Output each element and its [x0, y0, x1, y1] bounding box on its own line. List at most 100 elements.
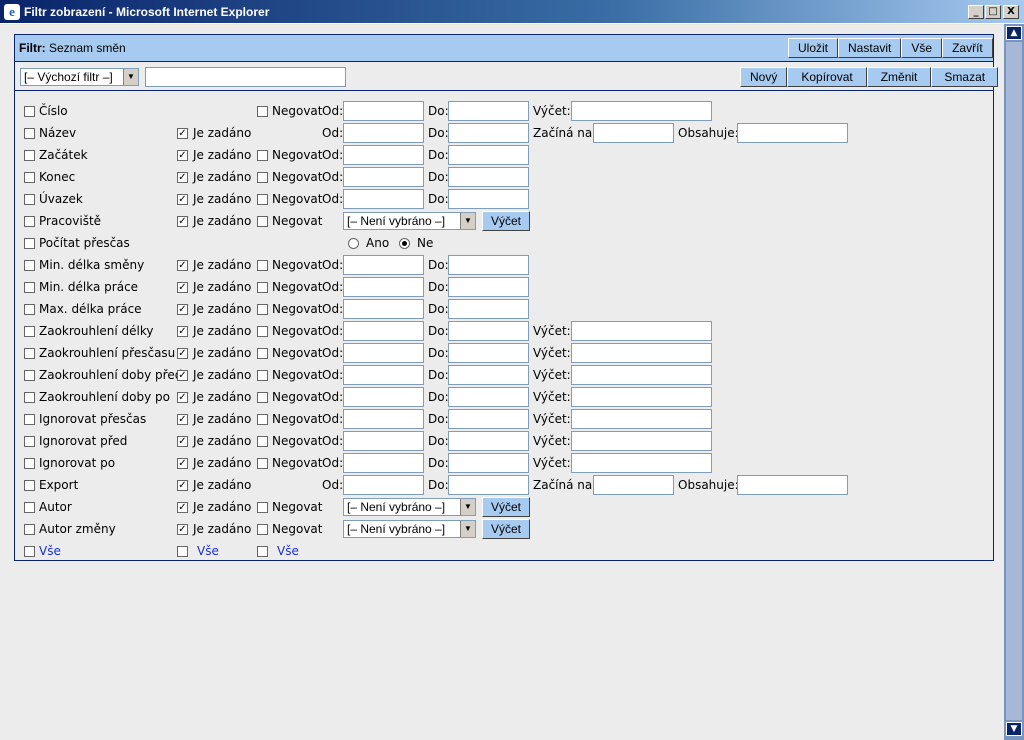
- from-input[interactable]: [343, 299, 424, 319]
- is-set-checkbox[interactable]: ✓: [177, 414, 188, 425]
- list-button[interactable]: Výčet: [482, 519, 531, 539]
- filter-name-input[interactable]: [145, 67, 346, 87]
- vertical-scrollbar[interactable]: ▲ ▼: [1004, 24, 1024, 740]
- negate-checkbox[interactable]: [257, 172, 268, 183]
- from-input[interactable]: [343, 167, 424, 187]
- not-selected-select[interactable]: [– Není vybráno –] ▼: [343, 498, 476, 516]
- ie-icon[interactable]: e: [4, 4, 20, 20]
- to-input[interactable]: [448, 101, 529, 121]
- field-checkbox[interactable]: [24, 326, 35, 337]
- is-set-checkbox[interactable]: ✓: [177, 260, 188, 271]
- negate-checkbox[interactable]: [257, 348, 268, 359]
- from-input[interactable]: [343, 255, 424, 275]
- from-input[interactable]: [343, 453, 424, 473]
- all-button[interactable]: Vše: [901, 38, 943, 58]
- select-all-is-set-link[interactable]: Vše: [197, 544, 219, 558]
- from-input[interactable]: [343, 365, 424, 385]
- select-all-fields-checkbox[interactable]: [24, 546, 35, 557]
- is-set-checkbox[interactable]: ✓: [177, 480, 188, 491]
- negate-checkbox[interactable]: [257, 436, 268, 447]
- settings-button[interactable]: Nastavit: [838, 38, 902, 58]
- select-all-negate-link[interactable]: Vše: [277, 544, 299, 558]
- is-set-checkbox[interactable]: ✓: [177, 128, 188, 139]
- negate-checkbox[interactable]: [257, 304, 268, 315]
- to-input[interactable]: [448, 255, 529, 275]
- new-button[interactable]: Nový: [740, 67, 788, 87]
- default-filter-select[interactable]: [– Výchozí filtr –] ▼: [20, 68, 139, 86]
- scroll-track[interactable]: [1006, 42, 1022, 720]
- field-checkbox[interactable]: [24, 128, 35, 139]
- to-input[interactable]: [448, 431, 529, 451]
- contains-input[interactable]: [737, 123, 848, 143]
- is-set-checkbox[interactable]: ✓: [177, 304, 188, 315]
- list-button[interactable]: Výčet: [482, 211, 531, 231]
- field-checkbox[interactable]: [24, 370, 35, 381]
- is-set-checkbox[interactable]: ✓: [177, 150, 188, 161]
- from-input[interactable]: [343, 409, 424, 429]
- field-checkbox[interactable]: [24, 414, 35, 425]
- negate-checkbox[interactable]: [257, 194, 268, 205]
- negate-checkbox[interactable]: [257, 326, 268, 337]
- to-input[interactable]: [448, 475, 529, 495]
- field-checkbox[interactable]: [24, 282, 35, 293]
- not-selected-select[interactable]: [– Není vybráno –] ▼: [343, 212, 476, 230]
- field-checkbox[interactable]: [24, 216, 35, 227]
- copy-button[interactable]: Kopírovat: [787, 67, 867, 87]
- field-checkbox[interactable]: [24, 392, 35, 403]
- to-input[interactable]: [448, 145, 529, 165]
- list-input[interactable]: [571, 101, 712, 121]
- from-input[interactable]: [343, 387, 424, 407]
- field-checkbox[interactable]: [24, 172, 35, 183]
- list-input[interactable]: [571, 409, 712, 429]
- is-set-checkbox[interactable]: ✓: [177, 194, 188, 205]
- negate-checkbox[interactable]: [257, 216, 268, 227]
- list-input[interactable]: [571, 365, 712, 385]
- to-input[interactable]: [448, 453, 529, 473]
- negate-checkbox[interactable]: [257, 502, 268, 513]
- from-input[interactable]: [343, 123, 424, 143]
- from-input[interactable]: [343, 145, 424, 165]
- contains-input[interactable]: [737, 475, 848, 495]
- from-input[interactable]: [343, 189, 424, 209]
- radio-yes[interactable]: [348, 238, 359, 249]
- field-checkbox[interactable]: [24, 502, 35, 513]
- starts-with-input[interactable]: [593, 475, 674, 495]
- is-set-checkbox[interactable]: ✓: [177, 524, 188, 535]
- maximize-button[interactable]: □: [985, 5, 1001, 19]
- is-set-checkbox[interactable]: ✓: [177, 502, 188, 513]
- negate-checkbox[interactable]: [257, 106, 268, 117]
- negate-checkbox[interactable]: [257, 458, 268, 469]
- field-checkbox[interactable]: [24, 260, 35, 271]
- field-checkbox[interactable]: [24, 348, 35, 359]
- field-checkbox[interactable]: [24, 524, 35, 535]
- not-selected-select[interactable]: [– Není vybráno –] ▼: [343, 520, 476, 538]
- is-set-checkbox[interactable]: ✓: [177, 216, 188, 227]
- from-input[interactable]: [343, 343, 424, 363]
- list-input[interactable]: [571, 431, 712, 451]
- field-checkbox[interactable]: [24, 238, 35, 249]
- from-input[interactable]: [343, 475, 424, 495]
- list-input[interactable]: [571, 453, 712, 473]
- scroll-down-icon[interactable]: ▼: [1006, 722, 1022, 736]
- field-checkbox[interactable]: [24, 436, 35, 447]
- from-input[interactable]: [343, 277, 424, 297]
- save-button[interactable]: Uložit: [788, 38, 839, 58]
- field-checkbox[interactable]: [24, 194, 35, 205]
- from-input[interactable]: [343, 321, 424, 341]
- select-all-is-set-checkbox[interactable]: [177, 546, 188, 557]
- field-checkbox[interactable]: [24, 480, 35, 491]
- is-set-checkbox[interactable]: ✓: [177, 392, 188, 403]
- list-button[interactable]: Výčet: [482, 497, 531, 517]
- to-input[interactable]: [448, 409, 529, 429]
- negate-checkbox[interactable]: [257, 260, 268, 271]
- negate-checkbox[interactable]: [257, 282, 268, 293]
- delete-button[interactable]: Smazat: [931, 67, 999, 87]
- negate-checkbox[interactable]: [257, 524, 268, 535]
- to-input[interactable]: [448, 167, 529, 187]
- close-button[interactable]: Zavřít: [942, 38, 993, 58]
- list-input[interactable]: [571, 343, 712, 363]
- to-input[interactable]: [448, 189, 529, 209]
- field-checkbox[interactable]: [24, 458, 35, 469]
- to-input[interactable]: [448, 387, 529, 407]
- negate-checkbox[interactable]: [257, 150, 268, 161]
